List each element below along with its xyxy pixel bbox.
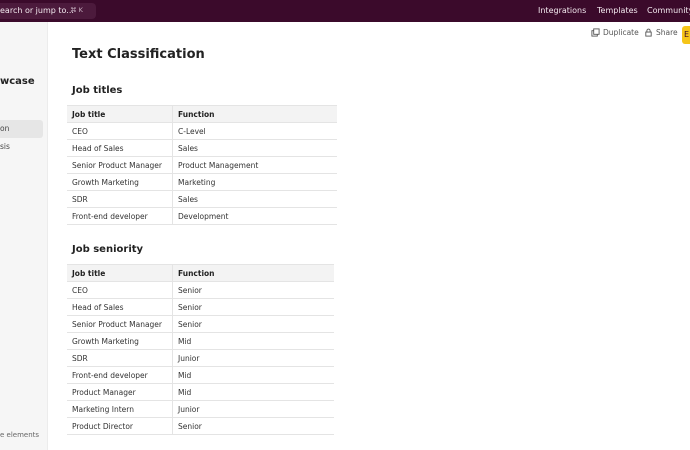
lock-icon	[645, 28, 652, 37]
search-shortcut: ⌘ K	[70, 6, 83, 14]
sidebar-item-analysis[interactable]: sis	[0, 138, 43, 156]
duplicate-label: Duplicate	[603, 28, 639, 37]
table-cell: Senior	[172, 315, 334, 333]
table-cell: Junior	[172, 349, 334, 367]
table-cell: Marketing	[172, 173, 337, 191]
table-cell: Product Manager	[67, 383, 173, 401]
table-row: SDR Junior	[67, 349, 334, 367]
table-cell: Mid	[172, 366, 334, 384]
table-row: Front-end developer Mid	[67, 366, 334, 384]
table-cell: Product Management	[172, 156, 337, 174]
column-header: Job title	[67, 105, 173, 123]
page-title: Text Classification	[72, 47, 205, 62]
section-title-job-titles: Job titles	[72, 85, 123, 96]
table-cell: Mid	[172, 332, 334, 350]
table-row: Front-end developer Development	[67, 207, 337, 225]
table-row: CEO C-Level	[67, 122, 337, 140]
edit-button[interactable]: E	[682, 26, 690, 44]
table-cell: CEO	[67, 122, 173, 140]
share-label: Share	[656, 28, 678, 37]
table-cell: Growth Marketing	[67, 332, 173, 350]
job-seniority-table: Job title Function CEO Senior Head of Sal…	[67, 264, 334, 435]
table-cell: Development	[172, 207, 337, 225]
nav-templates[interactable]: Templates	[597, 6, 638, 15]
table-row: Product Director Senior	[67, 417, 334, 435]
table-row: Product Manager Mid	[67, 383, 334, 401]
table-row: Head of Sales Senior	[67, 298, 334, 316]
table-cell: Head of Sales	[67, 139, 173, 157]
table-row: CEO Senior	[67, 281, 334, 299]
nav-community[interactable]: Community	[647, 6, 690, 15]
table-cell: Marketing Intern	[67, 400, 173, 418]
table-cell: SDR	[67, 349, 173, 367]
table-row: Head of Sales Sales	[67, 139, 337, 157]
table-cell: SDR	[67, 190, 173, 208]
column-header: Job title	[67, 264, 173, 282]
table-cell: CEO	[67, 281, 173, 299]
table-cell: Sales	[172, 190, 337, 208]
share-button[interactable]: Share	[644, 28, 678, 37]
sidebar-footer-link[interactable]: e elements	[0, 431, 39, 439]
table-row: Senior Product Manager Senior	[67, 315, 334, 333]
table-cell: Front-end developer	[67, 366, 173, 384]
table-cell: Mid	[172, 383, 334, 401]
table-cell: Senior	[172, 298, 334, 316]
search-placeholder: earch or jump to...	[0, 6, 74, 15]
table-header-row: Job title Function	[67, 105, 337, 123]
job-titles-table: Job title Function CEO C-Level Head of Sa…	[67, 105, 337, 225]
table-cell: Sales	[172, 139, 337, 157]
top-bar: earch or jump to... ⌘ K Integrations Tem…	[0, 0, 690, 22]
section-title-job-seniority: Job seniority	[72, 244, 144, 255]
column-header: Function	[172, 264, 334, 282]
table-cell: Senior	[172, 281, 334, 299]
table-cell: Senior Product Manager	[67, 315, 173, 333]
sidebar-item-classification[interactable]: on	[0, 120, 43, 138]
table-cell: Product Director	[67, 417, 173, 435]
duplicate-icon	[591, 28, 600, 37]
duplicate-button[interactable]: Duplicate	[591, 28, 639, 37]
table-row: Senior Product Manager Product Management	[67, 156, 337, 174]
table-cell: Growth Marketing	[67, 173, 173, 191]
sidebar: wcase on sis e elements	[0, 22, 48, 450]
table-header-row: Job title Function	[67, 264, 334, 282]
table-cell: Junior	[172, 400, 334, 418]
table-cell: Senior	[172, 417, 334, 435]
table-cell: Head of Sales	[67, 298, 173, 316]
table-row: Marketing Intern Junior	[67, 400, 334, 418]
search-box[interactable]: earch or jump to... ⌘ K	[0, 3, 96, 19]
table-cell: C-Level	[172, 122, 337, 140]
sidebar-title: wcase	[0, 76, 35, 87]
table-row: Growth Marketing Marketing	[67, 173, 337, 191]
table-row: SDR Sales	[67, 190, 337, 208]
table-cell: Front-end developer	[67, 207, 173, 225]
table-row: Growth Marketing Mid	[67, 332, 334, 350]
table-cell: Senior Product Manager	[67, 156, 173, 174]
nav-integrations[interactable]: Integrations	[538, 6, 586, 15]
column-header: Function	[172, 105, 337, 123]
